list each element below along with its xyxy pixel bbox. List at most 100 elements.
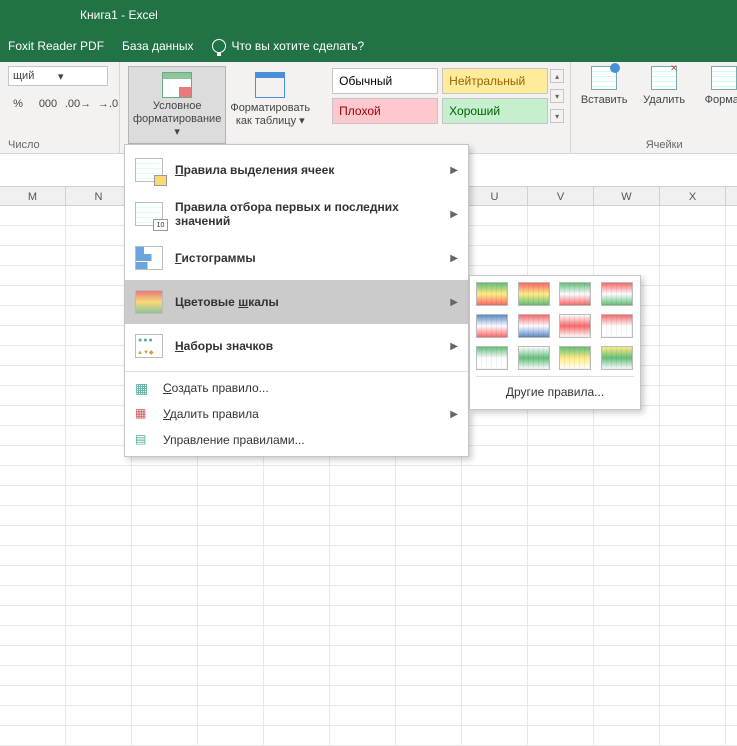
color-scale-option[interactable] (601, 346, 633, 370)
cell[interactable] (462, 626, 528, 646)
cell[interactable] (462, 586, 528, 606)
cell[interactable] (660, 286, 726, 306)
cell[interactable] (66, 326, 132, 346)
style-normal[interactable]: Обычный (332, 68, 438, 94)
cell[interactable] (66, 706, 132, 726)
cell[interactable] (726, 406, 737, 426)
cell[interactable] (726, 326, 737, 346)
color-scale-option[interactable] (476, 314, 508, 338)
cell[interactable] (462, 666, 528, 686)
cell[interactable] (264, 606, 330, 626)
cell[interactable] (594, 486, 660, 506)
cell[interactable] (264, 726, 330, 746)
conditional-formatting-button[interactable]: Условноеформатирование ▾ (128, 66, 226, 144)
cell[interactable] (132, 646, 198, 666)
style-neutral[interactable]: Нейтральный (442, 68, 548, 94)
cell[interactable] (264, 566, 330, 586)
cell[interactable] (0, 246, 66, 266)
cell[interactable] (66, 266, 132, 286)
cell[interactable] (462, 606, 528, 626)
cell[interactable] (66, 726, 132, 746)
cell[interactable] (726, 206, 737, 226)
cell[interactable] (198, 666, 264, 686)
cell[interactable] (198, 686, 264, 706)
cell[interactable] (528, 726, 594, 746)
cell[interactable] (264, 586, 330, 606)
cell[interactable] (528, 206, 594, 226)
cell[interactable] (528, 546, 594, 566)
delete-button[interactable]: Удалить (639, 66, 689, 106)
column-header[interactable]: W (594, 187, 660, 205)
cell[interactable] (594, 226, 660, 246)
increase-decimal-button[interactable]: .00→ (68, 94, 88, 114)
cell[interactable] (726, 466, 737, 486)
cell[interactable] (330, 726, 396, 746)
cell[interactable] (132, 546, 198, 566)
gallery-more-button[interactable]: ▾ (550, 109, 564, 123)
cell[interactable] (330, 686, 396, 706)
cell[interactable] (594, 546, 660, 566)
cell[interactable] (462, 646, 528, 666)
cell[interactable] (660, 506, 726, 526)
cell[interactable] (66, 646, 132, 666)
gallery-down-button[interactable]: ▾ (550, 89, 564, 103)
cell[interactable] (726, 486, 737, 506)
cell[interactable] (66, 446, 132, 466)
cell[interactable] (396, 566, 462, 586)
cell[interactable] (462, 506, 528, 526)
cell[interactable] (0, 546, 66, 566)
cell[interactable] (198, 526, 264, 546)
color-scale-option[interactable] (476, 282, 508, 306)
cell[interactable] (132, 566, 198, 586)
menu-highlight-cells-rules[interactable]: Правила выделения ячеек ▶ (125, 148, 468, 192)
tab-database[interactable]: База данных (122, 39, 193, 53)
cell[interactable] (66, 686, 132, 706)
cell[interactable] (528, 246, 594, 266)
cell[interactable] (66, 366, 132, 386)
cell[interactable] (66, 506, 132, 526)
cell[interactable] (330, 566, 396, 586)
cell[interactable] (330, 666, 396, 686)
cell[interactable] (264, 466, 330, 486)
cell[interactable] (66, 566, 132, 586)
cell[interactable] (726, 446, 737, 466)
cell[interactable] (660, 346, 726, 366)
cell[interactable] (396, 466, 462, 486)
cell[interactable] (726, 586, 737, 606)
cell[interactable] (660, 426, 726, 446)
cell[interactable] (462, 566, 528, 586)
cell[interactable] (726, 306, 737, 326)
cell[interactable] (396, 626, 462, 646)
cell[interactable] (660, 366, 726, 386)
cell[interactable] (594, 666, 660, 686)
cell[interactable] (396, 486, 462, 506)
cell[interactable] (660, 266, 726, 286)
cell[interactable] (462, 546, 528, 566)
cell[interactable] (594, 726, 660, 746)
cell[interactable] (66, 306, 132, 326)
cell[interactable] (0, 646, 66, 666)
cell[interactable] (660, 726, 726, 746)
style-good[interactable]: Хороший (442, 98, 548, 124)
cell[interactable] (330, 606, 396, 626)
cell[interactable] (198, 706, 264, 726)
comma-style-button[interactable]: 000 (38, 94, 58, 114)
column-header[interactable]: X (660, 187, 726, 205)
format-as-table-button[interactable]: Форматироватькак таблицу ▾ (226, 66, 314, 144)
cell[interactable] (330, 626, 396, 646)
cell[interactable] (594, 686, 660, 706)
cell[interactable] (660, 466, 726, 486)
cell[interactable] (132, 486, 198, 506)
color-scale-option[interactable] (518, 282, 550, 306)
cell[interactable] (660, 446, 726, 466)
format-button[interactable]: Формат (699, 66, 737, 106)
cell[interactable] (660, 686, 726, 706)
insert-button[interactable]: Вставить (579, 66, 629, 106)
cell[interactable] (0, 466, 66, 486)
cell[interactable] (528, 446, 594, 466)
cell[interactable] (330, 486, 396, 506)
cell[interactable] (0, 446, 66, 466)
cell[interactable] (264, 706, 330, 726)
column-header[interactable]: U (462, 187, 528, 205)
tell-me[interactable]: Что вы хотите сделать? (212, 39, 365, 53)
